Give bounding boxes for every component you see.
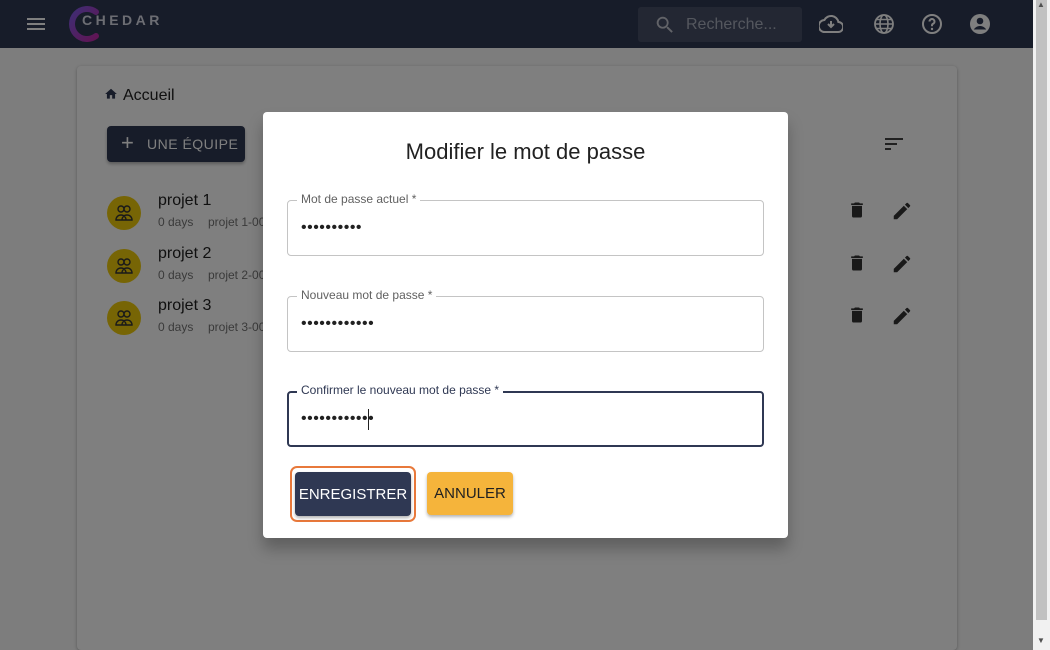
new-password-field[interactable]: Nouveau mot de passe * xyxy=(287,288,764,352)
cancel-button[interactable]: ANNULER xyxy=(427,472,513,515)
confirm-password-input[interactable] xyxy=(301,409,741,429)
confirm-password-field[interactable]: Confirmer le nouveau mot de passe * xyxy=(287,383,764,447)
new-password-label: Nouveau mot de passe * xyxy=(297,288,437,302)
dialog-title: Modifier le mot de passe xyxy=(405,139,646,164)
page-scrollbar[interactable]: ▲ ▼ xyxy=(1033,0,1050,650)
new-password-input[interactable] xyxy=(301,314,741,334)
current-password-input[interactable] xyxy=(301,218,741,238)
current-password-field[interactable]: Mot de passe actuel * xyxy=(287,192,764,256)
save-button[interactable]: ENREGISTRER xyxy=(295,472,411,516)
scroll-down-arrow-icon[interactable]: ▼ xyxy=(1037,636,1045,645)
current-password-label: Mot de passe actuel * xyxy=(297,192,421,206)
scrollbar-thumb[interactable] xyxy=(1036,0,1047,620)
confirm-password-label: Confirmer le nouveau mot de passe * xyxy=(297,383,504,397)
scroll-up-arrow-icon[interactable]: ▲ xyxy=(1037,0,1045,9)
text-cursor xyxy=(368,409,369,430)
